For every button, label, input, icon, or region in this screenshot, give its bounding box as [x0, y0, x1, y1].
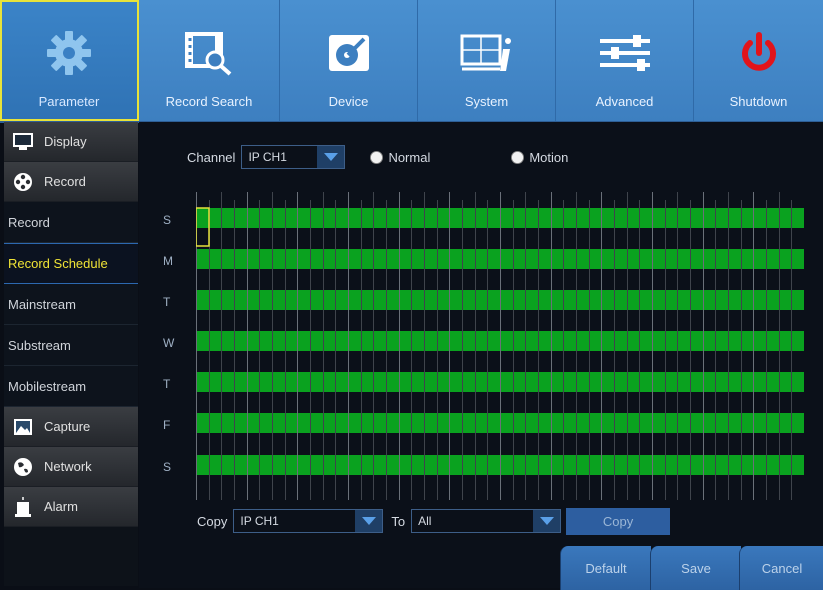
- sidebar-category-capture[interactable]: Capture: [4, 407, 138, 447]
- radio-dot-icon: [371, 151, 383, 163]
- globe-icon: [12, 456, 34, 478]
- sidebar-item-record[interactable]: Record: [4, 202, 138, 243]
- tab-record-search[interactable]: Record Search: [139, 0, 280, 121]
- tab-label: Device: [328, 94, 369, 109]
- radio-dot-icon: [512, 151, 524, 163]
- mode-motion-label: Motion: [529, 149, 569, 165]
- day-label: T: [163, 377, 171, 391]
- mode-motion-radio[interactable]: Motion: [512, 150, 568, 165]
- day-label: S: [163, 460, 172, 474]
- tab-shutdown[interactable]: Shutdown: [694, 0, 823, 121]
- tab-label: System: [464, 94, 509, 109]
- sidebar-item-mobilestream[interactable]: Mobilestream: [4, 366, 138, 407]
- sidebar-item-record-schedule[interactable]: Record Schedule: [4, 243, 138, 284]
- gear-icon: [39, 26, 99, 80]
- sliders-icon: [595, 26, 655, 80]
- channel-value: IP CH1: [248, 150, 287, 164]
- sidebar-category-label: Network: [44, 459, 92, 474]
- film-reel-icon: [12, 171, 34, 193]
- chevron-down-icon: [317, 146, 345, 168]
- tab-device[interactable]: Device: [280, 0, 418, 121]
- chevron-down-icon: [355, 510, 383, 532]
- tab-parameter[interactable]: Parameter: [0, 0, 139, 121]
- cancel-button[interactable]: Cancel: [739, 546, 823, 590]
- tab-label: Parameter: [38, 94, 100, 109]
- monitor-info-icon: [457, 26, 517, 80]
- sidebar-category-display[interactable]: Display: [4, 122, 138, 162]
- day-label: W: [163, 336, 175, 350]
- sidebar-item-mainstream[interactable]: Mainstream: [4, 284, 138, 325]
- copy-from-select[interactable]: IP CH1: [233, 509, 384, 533]
- sidebar-category-label: Display: [44, 134, 87, 149]
- mode-normal-radio[interactable]: Normal: [371, 150, 430, 165]
- picture-icon: [12, 416, 34, 438]
- sidebar-category-label: Alarm: [44, 499, 78, 514]
- copy-to-label: To: [391, 513, 406, 529]
- sidebar-category-network[interactable]: Network: [4, 447, 138, 487]
- copy-button[interactable]: Copy: [566, 507, 671, 535]
- channel-row: Channel IP CH1 Normal Motion: [187, 144, 568, 170]
- sidebar-category-label: Capture: [44, 419, 91, 434]
- channel-label: Channel: [187, 149, 236, 165]
- sidebar-item-substream[interactable]: Substream: [4, 325, 138, 366]
- sidebar-category-alarm[interactable]: Alarm: [4, 487, 138, 527]
- tab-label: Shutdown: [729, 94, 788, 109]
- mode-normal-label: Normal: [388, 149, 431, 165]
- monitor-icon: [12, 131, 34, 153]
- tab-label: Advanced: [595, 94, 654, 109]
- tab-advanced[interactable]: Advanced: [556, 0, 694, 121]
- sidebar-category-record[interactable]: Record: [4, 162, 138, 202]
- copy-row: Copy IP CH1 To All Copy: [197, 507, 671, 535]
- alarm-siren-icon: [12, 496, 34, 518]
- day-label: F: [163, 418, 171, 432]
- day-label: S: [163, 213, 172, 227]
- copy-label: Copy: [197, 513, 228, 529]
- power-icon: [729, 26, 789, 80]
- copy-to-select[interactable]: All: [411, 509, 562, 533]
- copy-to-value: All: [418, 514, 432, 528]
- record-schedule-panel: Channel IP CH1 Normal Motion S M T W T F…: [139, 122, 823, 590]
- default-button[interactable]: Default: [560, 546, 651, 590]
- save-button[interactable]: Save: [650, 546, 741, 590]
- tab-label: Record Search: [165, 94, 253, 109]
- hard-disk-icon: [319, 26, 379, 80]
- tab-system[interactable]: System: [418, 0, 556, 121]
- day-label: T: [163, 295, 171, 309]
- copy-from-value: IP CH1: [240, 514, 279, 528]
- selection-cursor: [196, 207, 210, 247]
- channel-select[interactable]: IP CH1: [241, 145, 346, 169]
- sidebar-category-label: Record: [44, 174, 86, 189]
- dvr-settings-window: Parameter Record Search Device System Ad…: [0, 0, 823, 590]
- schedule-grid-lines: [196, 192, 792, 500]
- film-search-icon: [179, 26, 239, 80]
- top-menu-bar: Parameter Record Search Device System Ad…: [0, 0, 823, 123]
- day-label: M: [163, 254, 173, 268]
- sidebar: Display Record Record Record Schedule Ma…: [4, 122, 138, 586]
- chevron-down-icon: [533, 510, 561, 532]
